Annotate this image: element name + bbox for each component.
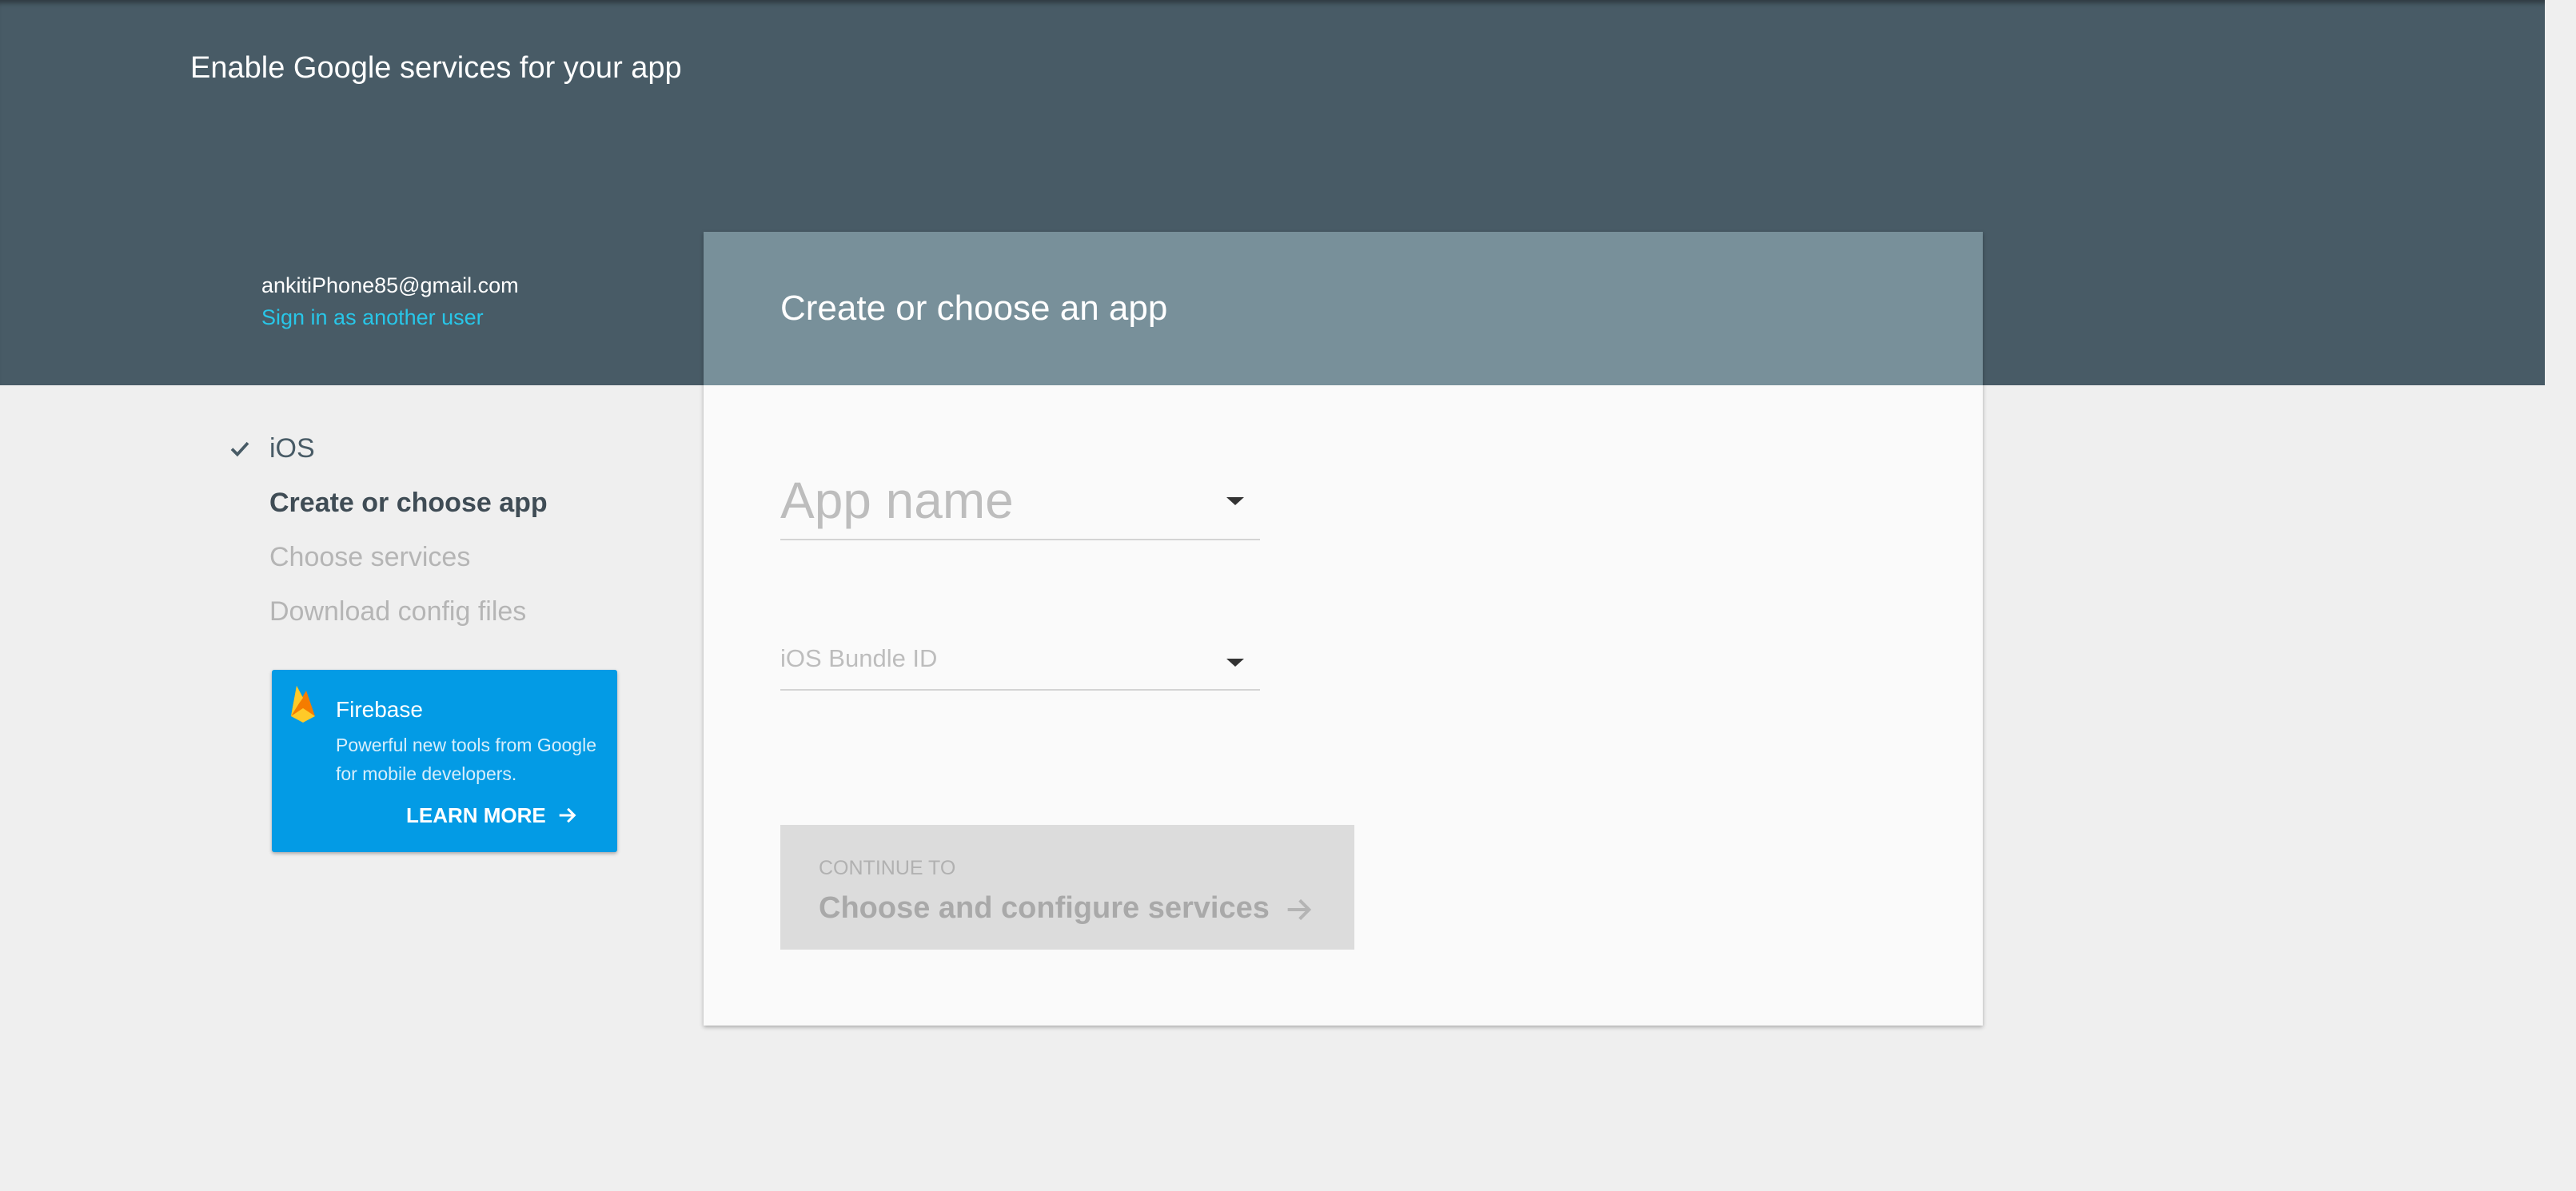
bundle-id-placeholder: iOS Bundle ID (780, 644, 938, 672)
caret-down-icon (1226, 497, 1244, 505)
sign-in-another-user-link[interactable]: Sign in as another user (261, 304, 484, 331)
step-label: Create or choose app (269, 488, 548, 518)
step-ios[interactable]: iOS (228, 428, 315, 468)
step-download-config-files: Download config files (228, 592, 526, 631)
card-title: Create or choose an app (780, 289, 1168, 328)
create-app-card: Create or choose an app App name iOS Bun… (704, 232, 1983, 1026)
page-title: Enable Google services for your app (190, 51, 682, 85)
step-label: iOS (269, 433, 315, 464)
app-name-placeholder: App name (780, 472, 1014, 529)
learn-more-label: LEARN MORE (406, 803, 546, 827)
promo-title: Firebase (336, 697, 423, 722)
step-create-or-choose-app[interactable]: Create or choose app (228, 483, 548, 523)
firebase-flame-icon (289, 684, 317, 724)
caret-down-icon (1226, 659, 1244, 667)
firebase-promo-card: Firebase Powerful new tools from Google … (272, 670, 617, 852)
arrow-right-icon (1287, 898, 1312, 921)
promo-description: Powerful new tools from Google for mobil… (336, 735, 596, 784)
step-choose-services: Choose services (228, 537, 470, 577)
step-label: Choose services (269, 542, 471, 572)
learn-more-link[interactable]: LEARN MORE (406, 801, 578, 830)
arrow-right-icon (559, 807, 576, 823)
check-icon (228, 428, 269, 468)
app-name-dropdown[interactable]: App name (780, 464, 1260, 540)
continue-button[interactable]: CONTINUE TO Choose and configure service… (780, 825, 1354, 950)
continue-small-label: CONTINUE TO (819, 857, 956, 879)
continue-main-label: Choose and configure services (819, 891, 1270, 925)
user-email: ankitiPhone85@gmail.com (261, 273, 519, 297)
step-label: Download config files (269, 596, 527, 627)
ios-bundle-id-dropdown[interactable]: iOS Bundle ID (780, 635, 1260, 691)
card-header: Create or choose an app (704, 232, 1983, 385)
